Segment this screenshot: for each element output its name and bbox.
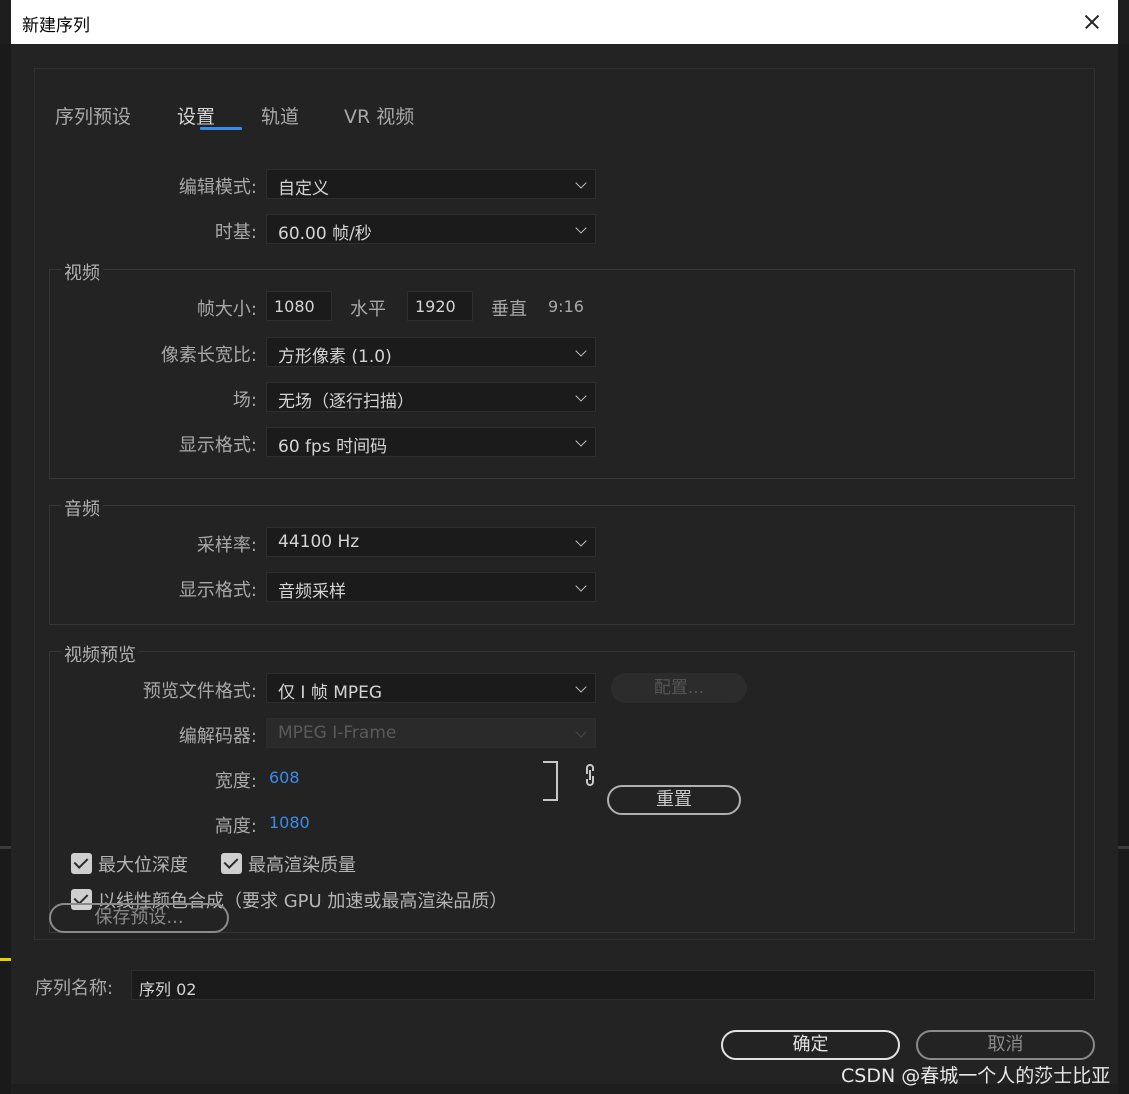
frame-height-input[interactable]: 1920: [407, 291, 473, 321]
preview-format-select[interactable]: 仅 I 帧 MPEG: [266, 673, 596, 703]
chevron-down-icon: [575, 222, 587, 234]
tab-sequence-presets[interactable]: 序列预设: [55, 102, 131, 129]
save-preset-button[interactable]: 保存预设...: [49, 903, 229, 933]
max-bit-depth-label[interactable]: 最大位深度: [98, 851, 188, 877]
video-display-format-select[interactable]: 60 fps 时间码: [266, 427, 596, 457]
timebase-label: 时基:: [214, 222, 257, 243]
chevron-down-icon: [575, 390, 587, 402]
dimension-link-bracket: [543, 761, 558, 801]
chevron-down-icon: [575, 435, 587, 447]
chevron-down-icon: [575, 177, 587, 189]
edit-mode-value: 自定义: [278, 179, 329, 199]
background-playhead: [0, 958, 11, 961]
active-tab-indicator: [200, 127, 242, 130]
video-preview-group-title: 视频预览: [61, 641, 139, 667]
chain-link-icon[interactable]: [583, 762, 597, 788]
field-value: 无场（逐行扫描）: [278, 392, 414, 412]
horizontal-label: 水平: [350, 299, 386, 320]
pixel-aspect-label: 像素长宽比:: [160, 345, 257, 366]
audio-display-format-label: 显示格式:: [178, 580, 257, 601]
reset-button[interactable]: 重置: [607, 785, 741, 815]
codec-value: MPEG I-Frame: [278, 723, 397, 743]
codec-label: 编解码器:: [178, 726, 257, 747]
video-group-title: 视频: [61, 259, 103, 285]
max-bit-depth-checkbox[interactable]: [71, 853, 92, 874]
edit-mode-label: 编辑模式:: [178, 177, 257, 198]
background-divider-right: [1118, 846, 1129, 849]
sequence-name-input[interactable]: 序列 02: [131, 970, 1095, 1000]
configure-button: 配置...: [611, 673, 747, 703]
tab-tracks[interactable]: 轨道: [261, 102, 299, 129]
background-app-right: [1118, 44, 1129, 1094]
close-icon[interactable]: [1076, 6, 1108, 38]
preview-width-label: 宽度:: [214, 771, 257, 792]
new-sequence-dialog: 序列预设 设置 轨道 VR 视频 编辑模式: 自定义 时基: 60.00 帧/秒…: [11, 44, 1118, 1084]
pixel-aspect-select[interactable]: 方形像素 (1.0): [266, 337, 596, 367]
audio-group: [49, 505, 1075, 625]
edit-mode-select[interactable]: 自定义: [266, 169, 596, 199]
timebase-select[interactable]: 60.00 帧/秒: [266, 214, 596, 244]
video-display-format-label: 显示格式:: [178, 435, 257, 456]
max-render-quality-label[interactable]: 最高渲染质量: [248, 851, 356, 877]
cancel-button[interactable]: 取消: [916, 1030, 1095, 1060]
sequence-name-label: 序列名称:: [35, 978, 114, 999]
sample-rate-select[interactable]: 44100 Hz: [266, 527, 596, 557]
preview-height-label: 高度:: [214, 816, 257, 837]
preview-format-label: 预览文件格式:: [142, 681, 257, 702]
chevron-down-icon: [575, 580, 587, 592]
preview-height-value[interactable]: 1080: [269, 813, 310, 832]
codec-select: MPEG I-Frame: [266, 718, 596, 748]
background-divider-left: [0, 846, 11, 849]
csdn-watermark: CSDN @春城一个人的莎士比亚: [841, 1065, 1111, 1087]
field-label: 场:: [232, 390, 257, 411]
audio-group-title: 音频: [61, 495, 103, 521]
tab-settings[interactable]: 设置: [177, 102, 215, 129]
aspect-ratio-value: 9:16: [548, 297, 584, 316]
audio-display-format-select[interactable]: 音频采样: [266, 572, 596, 602]
audio-display-format-value: 音频采样: [278, 582, 346, 602]
sample-rate-value: 44100 Hz: [278, 532, 360, 552]
chevron-down-icon: [575, 681, 587, 693]
sample-rate-label: 采样率:: [196, 535, 257, 556]
chevron-down-icon: [575, 535, 587, 547]
background-app-left: [0, 44, 11, 1094]
chevron-down-icon: [575, 726, 587, 738]
pixel-aspect-value: 方形像素 (1.0): [278, 347, 392, 367]
preview-format-value: 仅 I 帧 MPEG: [278, 683, 383, 703]
frame-width-input[interactable]: 1080: [266, 291, 332, 321]
window-title: 新建序列: [22, 16, 90, 36]
field-select[interactable]: 无场（逐行扫描）: [266, 382, 596, 412]
title-bar: 新建序列: [11, 0, 1118, 44]
max-render-quality-checkbox[interactable]: [221, 853, 242, 874]
timebase-value: 60.00 帧/秒: [278, 224, 372, 244]
frame-size-label: 帧大小:: [196, 299, 257, 320]
preview-width-value[interactable]: 608: [269, 768, 300, 787]
settings-panel: 序列预设 设置 轨道 VR 视频 编辑模式: 自定义 时基: 60.00 帧/秒…: [34, 68, 1095, 940]
vertical-label: 垂直: [491, 299, 527, 320]
video-display-format-value: 60 fps 时间码: [278, 437, 388, 457]
ok-button[interactable]: 确定: [721, 1030, 900, 1060]
tab-vr-video[interactable]: VR 视频: [344, 102, 414, 129]
chevron-down-icon: [575, 345, 587, 357]
